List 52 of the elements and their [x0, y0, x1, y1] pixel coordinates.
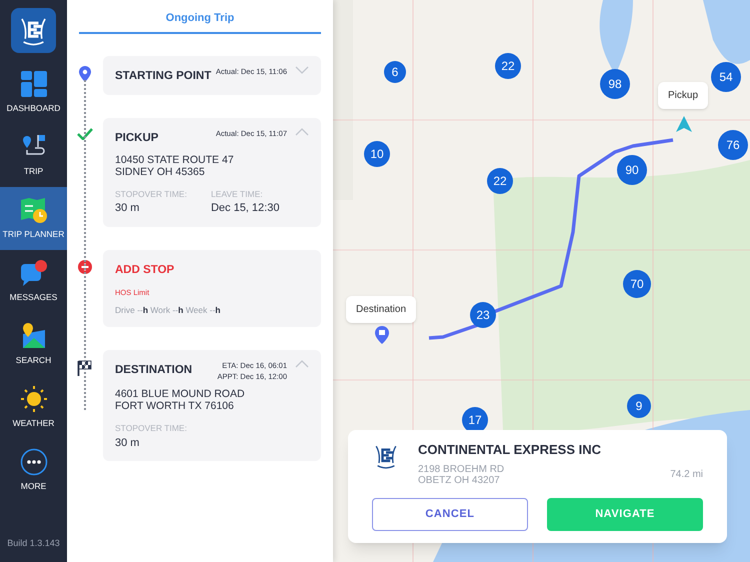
build-version: Build 1.3.143 — [7, 536, 60, 550]
address-line: 4601 BLUE MOUND ROAD — [115, 388, 246, 400]
nav-item[interactable]: DASHBOARD — [0, 61, 67, 124]
stop-title: DESTINATION — [115, 363, 192, 378]
callout-label: Pickup — [658, 82, 708, 109]
nav-label: DASHBOARD — [6, 102, 60, 115]
field-label: LEAVE TIME: — [210, 188, 264, 200]
nav-item[interactable]: MESSAGES — [0, 250, 67, 313]
cancel-button[interactable]: CANCEL — [372, 498, 528, 530]
nav-item[interactable]: WEATHER — [0, 376, 67, 439]
checkered-flag-icon — [77, 360, 93, 376]
nav-label: MESSAGES — [10, 291, 58, 304]
nav-label: TRIP — [24, 165, 44, 178]
checkmark-icon — [77, 128, 93, 140]
field-value: 30 m — [115, 201, 140, 216]
stop-title: STARTING POINT — [115, 69, 212, 84]
field-label: STOPOVER TIME: — [115, 188, 187, 200]
sun-icon — [20, 385, 48, 414]
company-name: CONTINENTAL EXPRESS INC — [418, 441, 602, 459]
destination-pin-icon — [375, 326, 389, 344]
dashboard-icon — [20, 70, 48, 98]
nav-item[interactable]: TRIP — [0, 124, 67, 187]
nav-item[interactable]: TRIP PLANNER — [0, 187, 67, 250]
address-line: FORT WORTH TX 76106 — [115, 400, 235, 412]
chevron-down-icon[interactable] — [295, 66, 309, 74]
nav-label: MORE — [20, 480, 46, 493]
field-label: STOPOVER TIME: — [115, 422, 187, 435]
nav-label: WEATHER — [12, 417, 54, 430]
field-value: Dec 15, 12:30 — [210, 201, 280, 216]
chat-bubble-icon — [20, 259, 48, 288]
plus-circle-icon — [78, 260, 92, 274]
more-icon — [20, 448, 48, 476]
address-line: SIDNEY OH 45365 — [115, 166, 206, 178]
address-line: OBETZ OH 43207 — [418, 474, 501, 486]
stop-title: ADD STOP — [115, 262, 174, 278]
location-pin-icon — [79, 66, 91, 82]
field-value: 30 m — [115, 436, 140, 451]
distance: 74.2 mi — [670, 468, 703, 482]
chevron-up-icon[interactable] — [295, 128, 309, 136]
nav-label: SEARCH — [16, 354, 52, 367]
hos-limits-text: Drive --h Work --h Week --h — [115, 304, 222, 317]
stop-title: PICKUP — [115, 131, 158, 146]
app-logo[interactable] — [11, 8, 56, 53]
address-line: 2198 BROEHM RD — [418, 464, 504, 474]
nav-item[interactable]: MORE — [0, 439, 67, 502]
ongoing-trip-tab[interactable]: Ongoing Trip — [79, 10, 321, 34]
map-clock-icon — [20, 196, 48, 224]
nav-item[interactable]: SEARCH — [0, 313, 67, 376]
address-line: 10450 STATE ROUTE 47 — [115, 154, 235, 166]
nav-label: TRIP PLANNER — [2, 228, 64, 241]
chevron-up-icon[interactable] — [295, 360, 309, 368]
callout-label: Destination — [346, 296, 416, 323]
